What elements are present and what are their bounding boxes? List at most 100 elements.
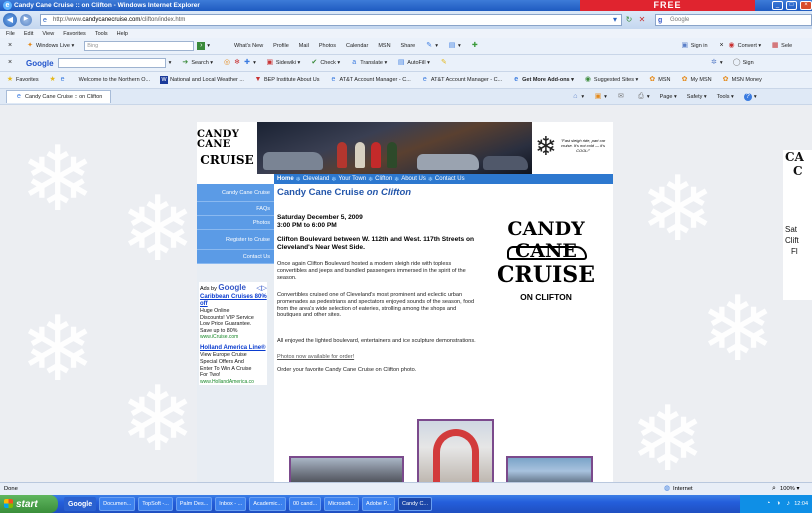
sidebar-item-faqs[interactable]: FAQs [197, 202, 274, 216]
fav-item-3[interactable]: ▼ BEP Institute About Us [254, 76, 319, 84]
mail-icon[interactable]: ✉ [617, 93, 627, 101]
url-input[interactable]: e http://www.candycanecruise.com/clifton… [40, 14, 622, 26]
nav-cleveland[interactable]: Cleveland [303, 176, 330, 182]
zoom-level[interactable]: ⌕ 100% ▾ [770, 485, 799, 493]
bing-search-button[interactable]: › ▾ [197, 42, 210, 50]
google-sign-in[interactable]: ◯ Sign [733, 59, 754, 67]
taskbar-item[interactable]: Palm Des... [175, 497, 213, 511]
taskbar-item[interactable]: TopSoft -... [138, 497, 173, 511]
security-zone[interactable]: ◍ Internet [663, 485, 693, 493]
blog-icon[interactable]: ✎ ▾ [425, 42, 438, 50]
photo-thumbnail-cars[interactable] [506, 456, 593, 482]
photo-thumbnail-street[interactable] [289, 456, 404, 482]
menu-tools[interactable]: Tools [95, 31, 108, 37]
nav-about-us[interactable]: About Us [401, 176, 426, 182]
start-button[interactable]: start [0, 495, 58, 513]
select-button[interactable]: ▦ Sele [771, 42, 792, 50]
check-button[interactable]: ✔ Check ▾ [310, 59, 340, 67]
sidebar-item-candy-cane-cruise[interactable]: Candy Cane Cruise [197, 184, 274, 202]
fav-item-5[interactable]: e AT&T Account Manager - C... [421, 76, 502, 84]
fav-msn[interactable]: ✿ MSN [648, 76, 670, 84]
bing-search-input[interactable]: Bing [84, 41, 195, 51]
sign-in-link[interactable]: ▣ Sign in [681, 42, 707, 50]
puzzle-icon[interactable]: ✚ [471, 42, 481, 50]
close-toolbar-button[interactable]: × [6, 42, 16, 50]
nav-home[interactable]: Home [277, 176, 294, 182]
taskbar-item[interactable]: 00 cand... [288, 497, 322, 511]
safety-menu[interactable]: Safety ▾ [687, 94, 707, 100]
close-button[interactable]: × [800, 1, 812, 10]
taskbar-item[interactable]: Inbox - ... [215, 497, 247, 511]
forward-button[interactable]: ▶ [20, 14, 32, 26]
home-icon[interactable]: ⌂ ▾ [571, 93, 584, 101]
clock[interactable]: 12:04 [794, 501, 808, 507]
fav-my-msn[interactable]: ✿ My MSN [681, 76, 712, 84]
ad-caribbean-url[interactable]: www.iCruise.com [200, 334, 267, 340]
close-google-toolbar[interactable]: × [6, 59, 16, 67]
page-menu[interactable]: Page ▾ [660, 94, 677, 100]
photos-link[interactable]: Photos [319, 43, 336, 49]
taskbar-item[interactable]: Adobe P... [362, 497, 396, 511]
menu-help[interactable]: Help [117, 31, 128, 37]
autofill-button[interactable]: ▤ AutoFill ▾ [397, 59, 430, 67]
tab-candy-cane-cruise[interactable]: e Candy Cane Cruise :: on Clifton [6, 90, 112, 103]
menu-favorites[interactable]: Favorites [63, 31, 86, 37]
fav-suggested-sites[interactable]: ◉ Suggested Sites ▾ [584, 76, 638, 84]
fav-msn-money[interactable]: ✿ MSN Money [722, 76, 762, 84]
maximize-button[interactable]: □ [786, 1, 797, 10]
sidebar-item-register[interactable]: Register to Cruise [197, 230, 274, 250]
dropdown-icon[interactable]: ▾ [610, 15, 620, 25]
ad-holland-title[interactable]: Holland America Line® [200, 345, 267, 352]
windows-live-button[interactable]: ✦ Windows Live ▾ [26, 42, 74, 50]
tray-icon[interactable]: ◑ [774, 500, 782, 508]
taskbar-google[interactable]: Google [64, 497, 97, 511]
wrench-icon[interactable]: ✲ ▾ [710, 59, 723, 67]
fav-item-1[interactable]: Welcome to the Northern O... [79, 77, 150, 83]
menu-edit[interactable]: Edit [24, 31, 33, 37]
site-logo[interactable]: CANDY CANE CRUISE [197, 122, 257, 174]
promo-banner[interactable]: FREE [580, 0, 755, 11]
pencil-icon[interactable]: ✎ [440, 59, 450, 67]
fav-get-addons[interactable]: e Get More Add-ons ▾ [512, 76, 574, 84]
tools-menu[interactable]: Tools ▾ [717, 94, 734, 100]
nav-contact-us[interactable]: Contact Us [435, 176, 465, 182]
ads-nav-arrows-icon[interactable]: ◁▷ [256, 284, 267, 292]
sidebar-item-photos[interactable]: Photos [197, 216, 274, 230]
convert-button[interactable]: × ◉ Convert ▾ [718, 42, 762, 50]
google-extras[interactable]: ◎ ❄ ✚ ▾ [223, 59, 256, 67]
refresh-icon[interactable]: ↻ [624, 15, 634, 25]
news-icon[interactable]: ▤ ▾ [448, 42, 461, 50]
taskbar-item[interactable]: Microsoft... [324, 497, 360, 511]
sidebar-item-contact-us[interactable]: Contact Us [197, 250, 274, 264]
photo-thumbnail-candy-cane-arch[interactable] [417, 419, 494, 482]
nav-your-town[interactable]: Your Town [338, 176, 366, 182]
add-favorites-icon[interactable]: ★ e [49, 76, 69, 84]
calendar-link[interactable]: Calendar [346, 43, 368, 49]
print-icon[interactable]: ⎙ ▾ [637, 93, 650, 101]
google-search-dropdown[interactable]: ▾ [169, 60, 172, 66]
whats-new-link[interactable]: What's New [234, 43, 263, 49]
feeds-icon[interactable]: ▣ ▾ [594, 93, 607, 101]
nav-clifton[interactable]: Clifton [375, 176, 392, 182]
taskbar-item[interactable]: Documen... [99, 497, 136, 511]
google-search-button[interactable]: ➔ Search ▾ [181, 59, 213, 67]
tray-icon[interactable]: ◔ [764, 500, 772, 508]
help-icon[interactable]: ? ▾ [743, 92, 757, 101]
google-toolbar-search[interactable] [57, 58, 166, 68]
ad-caribbean-title[interactable]: Caribbean Cruises 80% off [200, 294, 267, 308]
msn-link[interactable]: MSN [378, 43, 390, 49]
search-input[interactable]: g Google [655, 14, 812, 26]
photos-order-link[interactable]: Photos now available for order! [277, 354, 354, 360]
fav-item-4[interactable]: e AT&T Account Manager - C... [330, 76, 411, 84]
back-button[interactable]: ◀ [3, 13, 17, 27]
translate-button[interactable]: a Translate ▾ [350, 59, 387, 67]
menu-view[interactable]: View [42, 31, 54, 37]
profile-link[interactable]: Profile [273, 43, 289, 49]
mail-link[interactable]: Mail [299, 43, 309, 49]
stop-icon[interactable]: ✕ [637, 15, 647, 25]
share-link[interactable]: Share [401, 43, 416, 49]
minimize-button[interactable]: _ [772, 1, 783, 10]
taskbar-item-active[interactable]: Candy C... [398, 497, 433, 511]
tray-icon[interactable]: ♪ [784, 500, 792, 508]
fav-item-2[interactable]: w National and Local Weather ... [160, 76, 244, 84]
